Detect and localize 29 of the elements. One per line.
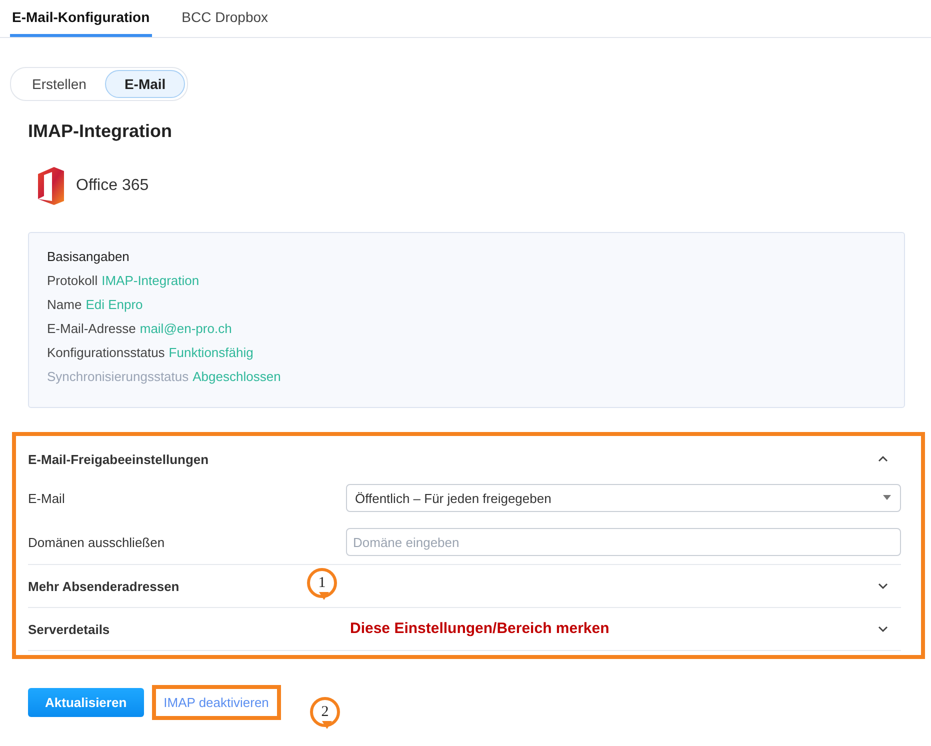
select-field[interactable]: Öffentlich – Für jeden freigegeben [346,484,901,512]
field-label: Domänen ausschließen [28,534,166,550]
info-label: E-Mail-Adresse [47,321,136,336]
annotation-note: Diese Einstellungen/Bereich merken [350,620,610,637]
section-title: E-Mail-Freigabeeinstellungen [28,452,209,466]
info-label: Name [47,297,82,312]
provider-name: Office 365 [76,177,149,195]
caret-icon [882,495,892,501]
page-title: IMAP-Integration [28,121,173,142]
segment-button[interactable]: E-Mail [105,70,185,98]
info-value: Abgeschlossen [192,369,281,384]
info-label: Synchronisierungsstatus [47,369,189,384]
info-value: IMAP-Integration [102,273,200,288]
field-label: E-Mail [28,490,66,506]
input-field[interactable]: Domäne eingeben [346,528,901,556]
info-value: Edi Enpro [86,297,143,312]
segment-button[interactable]: Erstellen [13,70,106,98]
chevron-icon[interactable] [877,455,889,463]
card-heading: Basisangaben [47,249,130,264]
section-title: Mehr Absenderadressen [28,578,180,594]
info-label: Protokoll [47,273,98,288]
info-value: Funktionsfähig [168,345,254,360]
info-label: Konfigurationsstatus [47,345,165,360]
chevron-icon[interactable] [877,582,889,590]
tab[interactable]: BCC Dropbox [180,0,270,37]
section-title: Serverdetails [28,622,110,636]
tab[interactable]: E-Mail-Konfiguration [10,0,152,37]
chevron-icon[interactable] [877,625,889,633]
info-value: mail@en-pro.ch [140,321,232,336]
